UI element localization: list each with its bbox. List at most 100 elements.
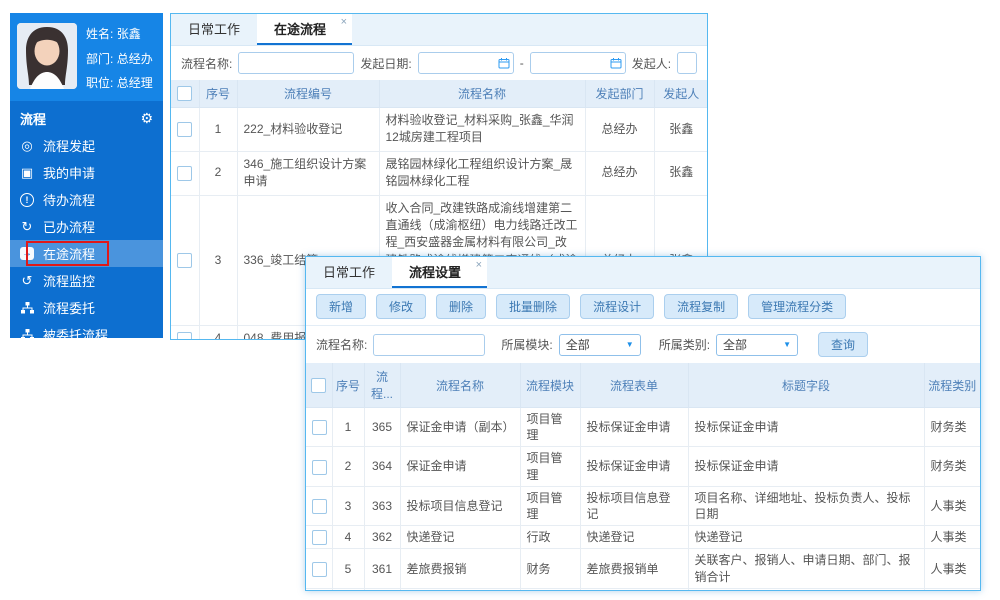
row-checkbox[interactable] (312, 499, 327, 514)
sidebar-item-delegated-processes[interactable]: 被委托流程 (10, 321, 163, 348)
sidebar-item-label: 待办流程 (43, 190, 95, 209)
cell-fields: 项目名称、详细地址、投标负责人、投标日期 (688, 486, 924, 525)
user-profile: 姓名: 张鑫 部门: 总经办 职位: 总经理 (10, 13, 163, 101)
cell-module: 项目管理 (520, 486, 580, 525)
sidebar-item-process-delegation[interactable]: 流程委托 (10, 294, 163, 321)
row-checkbox[interactable] (312, 460, 327, 475)
cell-person: 张鑫 (654, 108, 708, 152)
monitor-refresh-icon: ↺ (20, 274, 34, 288)
sidebar-item-process-start[interactable]: ◎ 流程发起 (10, 132, 163, 159)
sidebar-item-label: 已办流程 (43, 217, 95, 236)
edit-button[interactable]: 修改 (376, 294, 426, 319)
sidebar-menu: ◎ 流程发起 ▣ 我的申请 ! 待办流程 ↻ 已办流程 → 在途流程 ↺ (10, 132, 163, 348)
cell-code: 362 (364, 526, 400, 549)
table-header-row: 序号 流程编号 流程名称 发起部门 发起人 (171, 80, 708, 108)
cell-no: 1 (199, 108, 237, 152)
col-name: 流程名称 (400, 363, 520, 408)
sidebar-item-in-transit-processes[interactable]: → 在途流程 (10, 240, 163, 267)
cell-name: 差旅费报销 (400, 549, 520, 588)
delete-button[interactable]: 删除 (436, 294, 486, 319)
process-copy-button[interactable]: 流程复制 (664, 294, 738, 319)
app-canvas: 姓名: 张鑫 部门: 总经办 职位: 总经理 流程 ⚙ ◎ 流程发起 ▣ 我的申… (0, 0, 1000, 600)
add-button[interactable]: 新增 (316, 294, 366, 319)
cell-form: 差旅费报销单 (580, 549, 688, 588)
cell-person: 张鑫 (654, 151, 708, 195)
user-name: 张鑫 (117, 27, 141, 41)
col-code: 流程编号 (237, 80, 379, 108)
sidebar-item-label: 流程发起 (43, 136, 95, 155)
row-checkbox[interactable] (177, 166, 192, 181)
category-label: 所属类别: (659, 336, 710, 353)
avatar-photo (17, 23, 77, 89)
process-settings-panel: 日常工作 流程设置 × 新增 修改 删除 批量删除 流程设计 流程复制 管理流程… (305, 256, 981, 591)
user-name-label: 姓名: (86, 27, 113, 41)
panel1-filters: 流程名称: 发起日期: - 发起人: (171, 46, 707, 80)
category-select[interactable]: 全部 ▼ (716, 334, 798, 356)
process-design-button[interactable]: 流程设计 (580, 294, 654, 319)
initiator-input[interactable] (677, 52, 697, 74)
cell-form: 投标保证金申请 (580, 408, 688, 447)
sidebar-item-process-monitor[interactable]: ↺ 流程监控 (10, 267, 163, 294)
cell-module: 管理类 (520, 588, 580, 591)
cell-category: 人事类 (924, 549, 980, 588)
user-title: 总经理 (117, 76, 153, 90)
search-button[interactable]: 查询 (818, 332, 868, 357)
user-title-label: 职位: (86, 76, 113, 90)
row-checkbox[interactable] (177, 122, 192, 137)
module-select[interactable]: 全部 ▼ (559, 334, 641, 356)
tab-process-settings[interactable]: 流程设置 × (392, 257, 487, 288)
cell-code: 365 (364, 408, 400, 447)
cell-form: 快递登记 (580, 526, 688, 549)
sidebar-item-label: 被委托流程 (43, 325, 108, 344)
cell-name: 材料验收登记_材料采购_张鑫_华润12城房建工程项目 (379, 108, 585, 152)
row-checkbox[interactable] (312, 562, 327, 577)
date-from-wrap (418, 52, 514, 74)
cell-module: 财务 (520, 549, 580, 588)
gear-icon[interactable]: ⚙ (140, 110, 153, 127)
close-icon[interactable]: × (341, 16, 347, 28)
cell-fields: 费用报销、报销编号、报销名称、所属项目 (688, 588, 924, 591)
calendar-icon[interactable] (498, 57, 510, 72)
cell-no: 3 (199, 195, 237, 326)
panel2-toolbar: 新增 修改 删除 批量删除 流程设计 流程复制 管理流程分类 (306, 289, 980, 326)
sidebar-section-title: 流程 (20, 109, 46, 128)
table-row: 5 361 差旅费报销 财务 差旅费报销单 关联客户、报销人、申请日期、部门、报… (306, 549, 980, 588)
user-dept-label: 部门: (86, 52, 113, 66)
row-checkbox[interactable] (312, 530, 327, 545)
sidebar-section-header: 流程 ⚙ (10, 105, 163, 132)
cell-category: 人事类 (924, 526, 980, 549)
user-dept: 总经办 (117, 52, 153, 66)
panel2-tabbar: 日常工作 流程设置 × (306, 257, 980, 289)
process-name-input[interactable] (373, 334, 485, 356)
tab-daily-work[interactable]: 日常工作 (171, 14, 257, 45)
cell-code: 359 (364, 588, 400, 591)
select-all-checkbox[interactable] (311, 378, 326, 393)
process-name-input[interactable] (238, 52, 354, 74)
sidebar: 姓名: 张鑫 部门: 总经办 职位: 总经理 流程 ⚙ ◎ 流程发起 ▣ 我的申… (10, 13, 163, 338)
cell-no: 4 (199, 326, 237, 340)
org-chart-icon (20, 301, 34, 315)
col-code: 流程... (364, 363, 400, 408)
module-label: 所属模块: (501, 336, 552, 353)
avatar (17, 23, 77, 89)
manage-categories-button[interactable]: 管理流程分类 (748, 294, 846, 319)
table-row: 1 222_材料验收登记 材料验收登记_材料采购_张鑫_华润12城房建工程项目 … (171, 108, 708, 152)
row-checkbox[interactable] (312, 420, 327, 435)
sidebar-item-my-applications[interactable]: ▣ 我的申请 (10, 159, 163, 186)
sidebar-item-label: 我的申请 (43, 163, 95, 182)
sidebar-item-done-processes[interactable]: ↻ 已办流程 (10, 213, 163, 240)
cell-no: 3 (332, 486, 364, 525)
select-all-checkbox[interactable] (177, 86, 192, 101)
row-checkbox[interactable] (177, 332, 192, 340)
cell-module: 行政 (520, 526, 580, 549)
tab-in-transit[interactable]: 在途流程 × (257, 14, 352, 45)
close-icon[interactable]: × (476, 259, 482, 271)
sidebar-item-pending-processes[interactable]: ! 待办流程 (10, 186, 163, 213)
cell-category: 财务类 (924, 408, 980, 447)
calendar-icon[interactable] (610, 57, 622, 72)
cell-form: 费用报销 (580, 588, 688, 591)
row-checkbox[interactable] (177, 253, 192, 268)
batch-delete-button[interactable]: 批量删除 (496, 294, 570, 319)
tab-daily-work[interactable]: 日常工作 (306, 257, 392, 288)
process-name-label: 流程名称: (181, 55, 232, 72)
